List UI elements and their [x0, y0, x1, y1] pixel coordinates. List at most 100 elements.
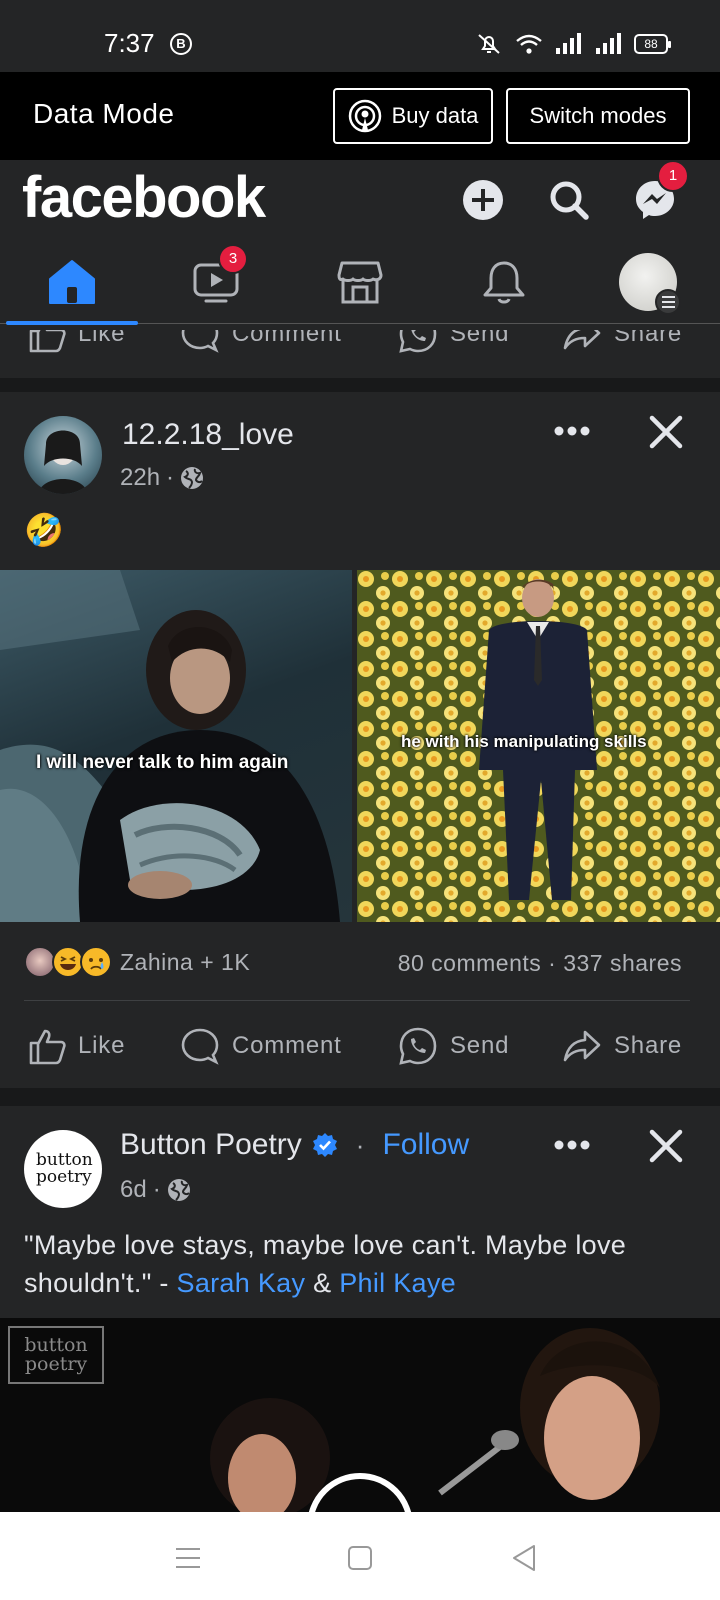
share-icon: [563, 330, 601, 350]
post-card-button-poetry: button poetry Button Poetry · Follow 6d …: [0, 1106, 720, 1512]
like-button[interactable]: Like: [28, 1006, 125, 1086]
tab-home[interactable]: [0, 240, 144, 324]
verified-badge-icon: [312, 1133, 337, 1157]
send-label: Send: [450, 1032, 510, 1059]
follow-button[interactable]: Follow: [382, 1128, 469, 1162]
messenger-badge: 1: [657, 160, 689, 192]
author-avatar[interactable]: [24, 416, 102, 494]
back-triangle-icon: [513, 1545, 535, 1571]
globe-icon: [167, 1179, 190, 1201]
send-button[interactable]: Send: [398, 1006, 509, 1086]
like-icon: [29, 330, 66, 353]
comment-label: Comment: [232, 330, 342, 347]
status-time: 7:37: [104, 28, 155, 58]
image-scene-1: [0, 570, 341, 922]
meta-dot: ·: [152, 1176, 161, 1203]
comment-label: Comment: [232, 1032, 342, 1059]
page-name[interactable]: Button Poetry: [120, 1128, 302, 1162]
tab-notifications[interactable]: [432, 240, 576, 324]
more-icon: [554, 426, 590, 436]
post-divider: [24, 1000, 690, 1001]
post-card: 12.2.18_love 22h · 🤣 I will never talk t…: [0, 392, 720, 1088]
status-icons: 88: [474, 30, 671, 58]
post-header-line: Button Poetry · Follow: [120, 1128, 469, 1162]
hide-post-button[interactable]: [648, 1128, 684, 1164]
news-feed: Like Comment Send Share 12.2.18_love 22h…: [0, 330, 720, 1512]
bell-icon: [483, 261, 525, 304]
recents-button[interactable]: [170, 1540, 206, 1576]
comment-button[interactable]: Comment: [180, 1006, 342, 1086]
main-tabs: 3: [0, 240, 720, 330]
like-icon: [29, 1029, 66, 1065]
avatar-image: [38, 430, 88, 494]
page-avatar[interactable]: button poetry: [24, 1130, 102, 1208]
share-label: Share: [614, 1032, 683, 1059]
mention-link-2[interactable]: Phil Kaye: [339, 1268, 456, 1298]
b-status-icon: B: [170, 33, 192, 55]
search-icon: [550, 181, 589, 220]
back-button[interactable]: [506, 1540, 542, 1576]
signal-icon-1: [556, 33, 581, 54]
facebook-logo[interactable]: facebook: [22, 164, 266, 231]
video-badge: 3: [218, 244, 248, 274]
send-label: Send: [450, 330, 510, 347]
comment-icon: [181, 330, 219, 353]
image-1-caption: I will never talk to him again: [36, 752, 289, 773]
post-text: "Maybe love stays, maybe love can't. May…: [24, 1226, 684, 1302]
whatsapp-icon: [399, 1027, 437, 1065]
switch-modes-button[interactable]: Switch modes: [506, 88, 690, 144]
post-image-2[interactable]: he with his manipulating skills: [357, 570, 720, 922]
tab-menu[interactable]: [576, 240, 720, 324]
switch-modes-label: Switch modes: [529, 103, 667, 128]
reactions-summary[interactable]: Zahina + 1K: [24, 946, 250, 978]
send-button[interactable]: Send: [398, 330, 509, 364]
tab-video[interactable]: 3: [144, 240, 288, 324]
menu-lines-icon: [176, 1548, 200, 1568]
more-options-button[interactable]: [552, 1130, 592, 1160]
share-label: Share: [614, 330, 683, 347]
globe-icon: [181, 467, 204, 489]
messenger-button[interactable]: 1: [629, 160, 689, 226]
image-2-caption: he with his manipulating skills: [401, 732, 647, 751]
menu-icon: [655, 289, 681, 315]
post-time[interactable]: 6d: [120, 1176, 147, 1204]
like-button[interactable]: Like: [28, 330, 125, 364]
video-scene: [210, 1328, 660, 1512]
mute-icon: [478, 34, 500, 54]
profile-avatar: [619, 253, 681, 315]
square-home-icon: [348, 1546, 372, 1570]
mention-separator: &: [305, 1268, 340, 1298]
create-button[interactable]: [457, 174, 509, 226]
mention-link-1[interactable]: Sarah Kay: [177, 1268, 306, 1298]
comment-button[interactable]: Comment: [180, 330, 342, 364]
watermark-logo: button poetry: [8, 1326, 104, 1384]
tab-marketplace[interactable]: [288, 240, 432, 324]
marketplace-icon: [337, 261, 383, 304]
data-mode-bar: Data Mode Buy data Switch modes: [0, 72, 720, 160]
hide-post-button[interactable]: [648, 414, 684, 450]
wifi-icon: [516, 34, 542, 54]
post-video-thumbnail[interactable]: button poetry: [0, 1318, 720, 1512]
reactions-count: Zahina + 1K: [120, 948, 251, 975]
close-icon: [649, 415, 683, 449]
more-options-button[interactable]: [552, 416, 592, 446]
comments-shares-count[interactable]: 80 comments · 337 shares: [398, 950, 682, 977]
search-button[interactable]: [543, 174, 595, 226]
battery-icon: 88: [634, 34, 671, 54]
post-time[interactable]: 22h: [120, 464, 160, 492]
comment-icon: [181, 1028, 219, 1065]
close-icon: [649, 1129, 683, 1163]
post-image-1[interactable]: I will never talk to him again: [0, 570, 352, 922]
post-author[interactable]: 12.2.18_love: [122, 418, 294, 452]
broadcast-icon: [348, 99, 381, 133]
sad-reaction-icon: [80, 946, 112, 978]
post-actions: Like Comment Send Share: [0, 1006, 720, 1086]
post-meta: 22h ·: [120, 464, 204, 492]
page-avatar-logo: button poetry: [36, 1150, 93, 1187]
share-button[interactable]: Share: [562, 330, 682, 364]
home-nav-button[interactable]: [342, 1540, 378, 1576]
buy-data-button[interactable]: Buy data: [333, 88, 493, 144]
facebook-header: facebook 1 3: [0, 160, 720, 330]
active-tab-indicator: [6, 321, 138, 325]
share-button[interactable]: Share: [562, 1006, 682, 1086]
